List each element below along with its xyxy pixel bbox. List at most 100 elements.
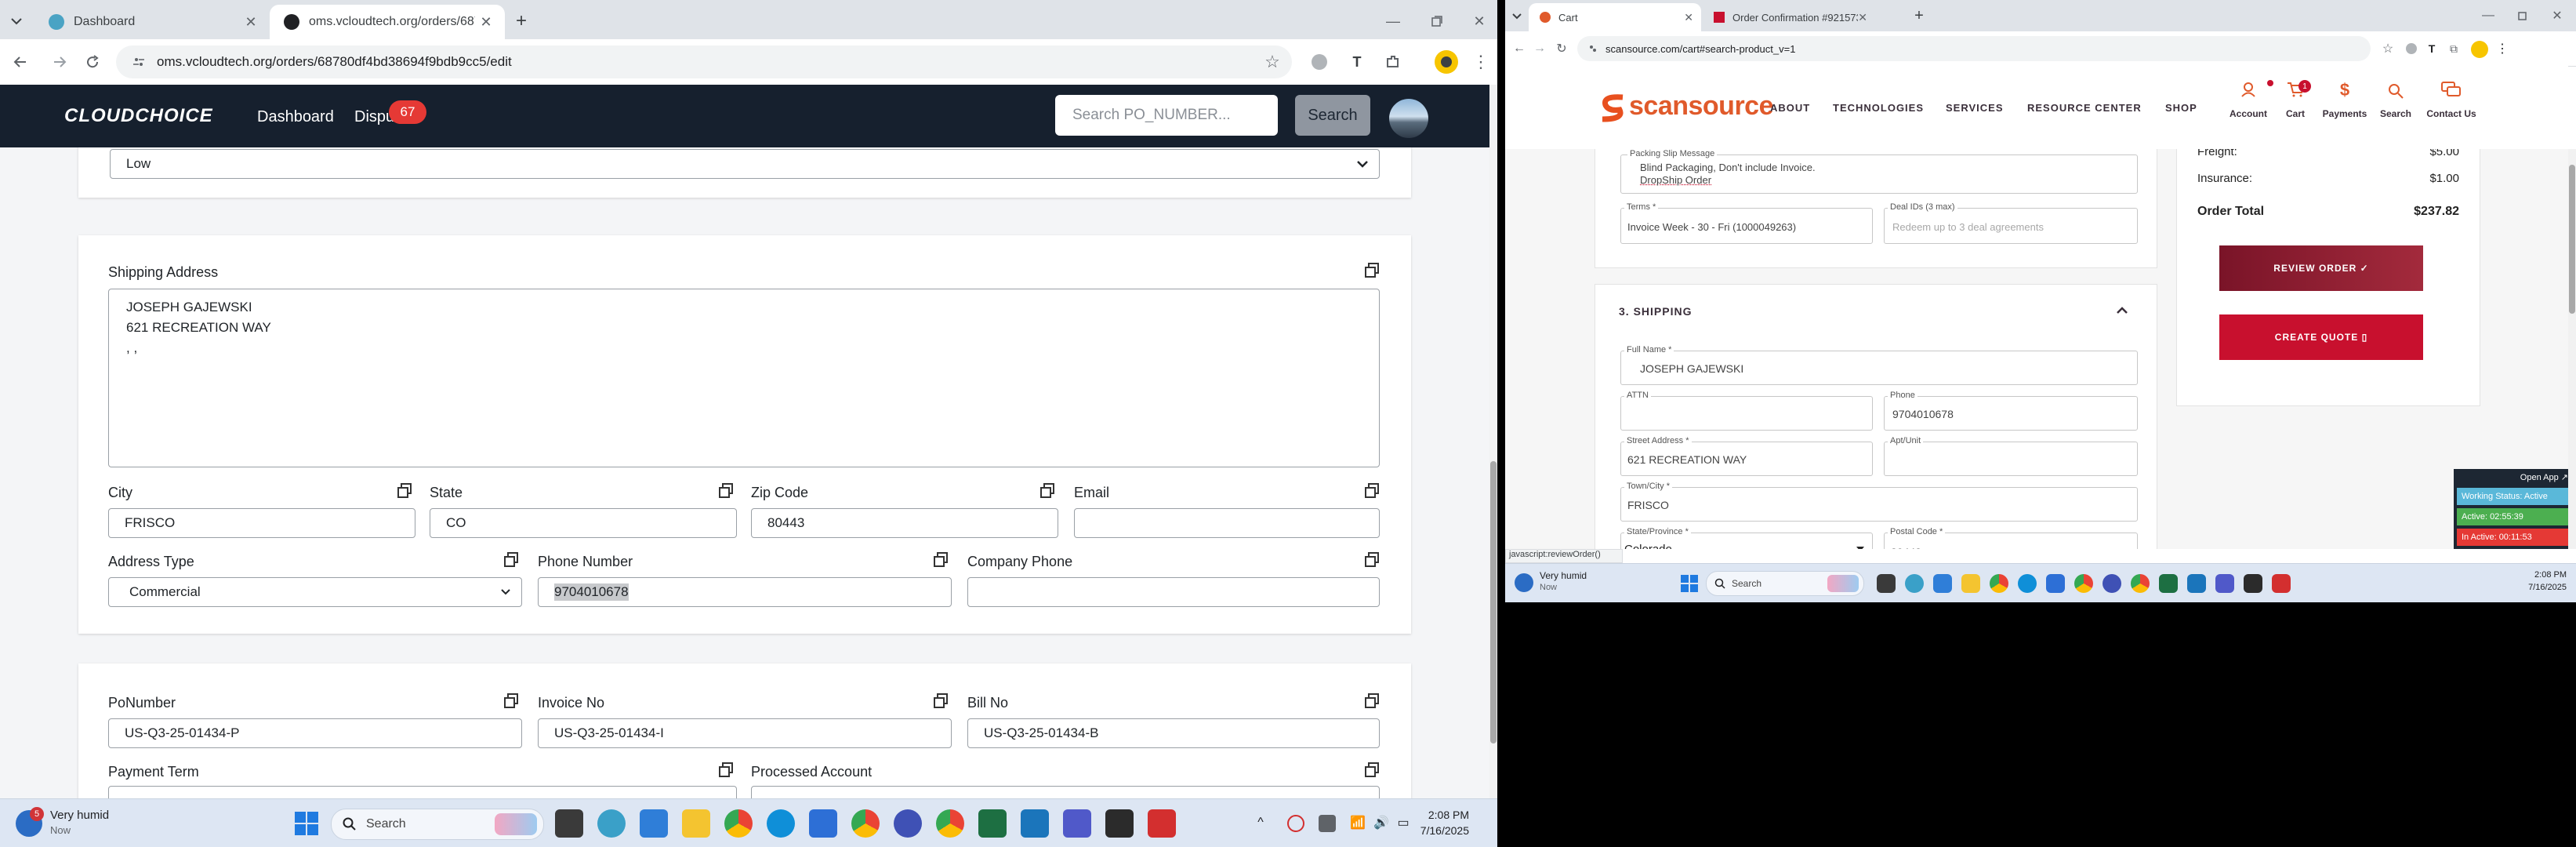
new-tab-icon[interactable]: + bbox=[510, 9, 533, 33]
excel-icon[interactable] bbox=[978, 809, 1007, 838]
email-field[interactable] bbox=[1074, 508, 1380, 538]
app-icon[interactable] bbox=[1905, 574, 1924, 593]
extensions-puzzle-icon[interactable] bbox=[1383, 52, 1403, 72]
phone-field[interactable]: Phone 9704010678 bbox=[1884, 391, 2138, 431]
zip-field[interactable]: 80443 bbox=[751, 508, 1058, 538]
deal-ids-field[interactable]: Deal IDs (3 max) Redeem up to 3 deal agr… bbox=[1884, 202, 2138, 244]
calculator-icon[interactable] bbox=[640, 809, 668, 838]
copy-icon[interactable] bbox=[1364, 552, 1381, 569]
chrome-icon[interactable] bbox=[1990, 574, 2008, 593]
bookmark-star-icon[interactable]: ☆ bbox=[2378, 39, 2397, 58]
header-payments[interactable]: $ Payments bbox=[2316, 78, 2374, 133]
chrome-profile-icon[interactable] bbox=[2131, 574, 2150, 593]
reload-icon[interactable] bbox=[78, 48, 107, 76]
reload-icon[interactable]: ↻ bbox=[1552, 39, 1571, 58]
restore-icon[interactable] bbox=[2513, 6, 2532, 25]
menu-technologies[interactable]: TECHNOLOGIES bbox=[1833, 102, 1924, 114]
close-tab-icon[interactable]: ✕ bbox=[240, 11, 262, 33]
browser-menu-icon[interactable]: ⋮ bbox=[1471, 50, 1491, 74]
tab-order-confirmation[interactable]: Order Confirmation #9215735 ✕ bbox=[1703, 3, 1875, 31]
copy-icon[interactable] bbox=[718, 483, 735, 500]
menu-services[interactable]: SERVICES bbox=[1946, 102, 2004, 114]
file-explorer-icon[interactable] bbox=[1961, 574, 1980, 593]
clock-date[interactable]: 7/16/2025 bbox=[2501, 583, 2567, 592]
packing-slip-textarea[interactable]: Packing Slip Message Blind Packaging, Do… bbox=[1620, 149, 2138, 194]
copy-icon[interactable] bbox=[1039, 483, 1057, 500]
windows-start-icon[interactable] bbox=[295, 812, 318, 835]
nav-dashboard-link[interactable]: Dashboard bbox=[257, 108, 334, 126]
calculator-icon[interactable] bbox=[1933, 574, 1952, 593]
close-window-icon[interactable]: ✕ bbox=[1468, 9, 1491, 33]
clock-date[interactable]: 7/16/2025 bbox=[1410, 824, 1469, 837]
bookmark-star-icon[interactable]: ☆ bbox=[1262, 52, 1283, 72]
copy-icon[interactable] bbox=[1364, 762, 1381, 780]
app-icon[interactable] bbox=[1021, 809, 1049, 838]
extension-icon[interactable] bbox=[2404, 41, 2419, 56]
copy-icon[interactable] bbox=[1364, 693, 1381, 711]
open-app-link[interactable]: Open App ↗ bbox=[2458, 472, 2568, 482]
app-icon[interactable] bbox=[894, 809, 922, 838]
acrobat-icon[interactable] bbox=[1148, 809, 1176, 838]
tab-dashboard[interactable]: Dashboard ✕ bbox=[34, 5, 270, 39]
tab-cart[interactable]: Cart ✕ bbox=[1529, 3, 1701, 31]
task-view-icon[interactable] bbox=[1877, 574, 1896, 593]
file-explorer-icon[interactable] bbox=[682, 809, 710, 838]
right-page-scrollbar[interactable] bbox=[2568, 149, 2576, 549]
sticky-notes-icon[interactable] bbox=[2244, 574, 2262, 593]
clock-time[interactable]: 2:08 PM bbox=[2501, 570, 2567, 580]
copy-icon[interactable] bbox=[503, 552, 521, 569]
copy-icon[interactable] bbox=[933, 552, 950, 569]
address-bar[interactable]: scansource.com/cart#search-product_v=1 bbox=[1577, 36, 2371, 61]
processed-account-field[interactable] bbox=[751, 786, 1380, 798]
payment-term-field[interactable] bbox=[108, 786, 737, 798]
street-address-field[interactable]: Street Address * 621 RECREATION WAY bbox=[1620, 436, 1873, 476]
shipping-address-textarea[interactable]: JOSEPH GAJEWSKI 621 RECREATION WAY , , bbox=[108, 289, 1380, 467]
header-account[interactable]: Account bbox=[2225, 78, 2272, 133]
chrome-profile-icon[interactable] bbox=[851, 809, 880, 838]
app-icon[interactable] bbox=[2187, 574, 2206, 593]
search-button[interactable]: Search bbox=[1295, 95, 1370, 136]
scansource-logo-text[interactable]: scansource bbox=[1629, 91, 1774, 122]
address-type-select[interactable]: Commercial bbox=[108, 577, 522, 607]
wifi-icon[interactable]: 📶 bbox=[1348, 813, 1367, 832]
extension-icon[interactable] bbox=[1309, 52, 1330, 72]
tab-search-icon[interactable] bbox=[5, 9, 28, 33]
clock-time[interactable]: 2:08 PM bbox=[1419, 809, 1469, 821]
po-number-field[interactable]: US-Q3-25-01434-P bbox=[108, 718, 522, 748]
header-search[interactable]: Search bbox=[2374, 78, 2418, 133]
back-icon[interactable]: ← bbox=[1510, 39, 1529, 58]
app-icon[interactable] bbox=[809, 809, 837, 838]
teams-icon[interactable] bbox=[2215, 574, 2234, 593]
browser-menu-icon[interactable]: ⋮ bbox=[2494, 39, 2510, 58]
taskbar-search-box[interactable]: Search bbox=[1706, 571, 1864, 596]
app-icon[interactable] bbox=[2046, 574, 2065, 593]
attn-field[interactable]: ATTN bbox=[1620, 391, 1873, 431]
app-icon[interactable] bbox=[2103, 574, 2121, 593]
invoice-no-field[interactable]: US-Q3-25-01434-I bbox=[538, 718, 952, 748]
terms-field[interactable]: Terms * Invoice Week - 30 - Fri (1000049… bbox=[1620, 202, 1873, 244]
forward-icon[interactable]: → bbox=[1530, 39, 1549, 58]
apt-unit-field[interactable]: Apt/Unit bbox=[1884, 436, 2138, 476]
tab-search-icon[interactable] bbox=[1508, 8, 1526, 25]
app-icon[interactable] bbox=[597, 809, 626, 838]
copy-icon[interactable] bbox=[933, 693, 950, 711]
minimize-icon[interactable]: — bbox=[1381, 9, 1405, 33]
taskbar-search-box[interactable]: Search bbox=[331, 809, 544, 840]
back-icon[interactable] bbox=[6, 48, 34, 76]
menu-resource-center[interactable]: RESOURCE CENTER bbox=[2027, 102, 2142, 114]
close-tab-icon[interactable]: ✕ bbox=[1858, 11, 1867, 24]
profile-avatar-icon[interactable] bbox=[1435, 50, 1458, 74]
full-name-field[interactable]: Full Name * JOSEPH GAJEWSKI bbox=[1620, 345, 2138, 385]
close-window-icon[interactable]: ✕ bbox=[2548, 6, 2567, 25]
address-bar[interactable]: oms.vcloudtech.org/orders/68780df4bd3869… bbox=[116, 45, 1292, 78]
copy-icon[interactable] bbox=[1364, 483, 1381, 500]
excel-icon[interactable] bbox=[2159, 574, 2178, 593]
create-quote-button[interactable]: CREATE QUOTE ▯ bbox=[2219, 314, 2423, 360]
sticky-notes-icon[interactable] bbox=[1105, 809, 1134, 838]
company-phone-field[interactable] bbox=[967, 577, 1380, 607]
edge-icon[interactable] bbox=[2018, 574, 2037, 593]
chrome-profile-icon[interactable] bbox=[936, 809, 964, 838]
tray-chevron-up-icon[interactable]: ^ bbox=[1251, 813, 1270, 832]
menu-about[interactable]: ABOUT bbox=[1770, 102, 1810, 114]
po-search-input[interactable]: Search PO_NUMBER... bbox=[1055, 95, 1278, 136]
